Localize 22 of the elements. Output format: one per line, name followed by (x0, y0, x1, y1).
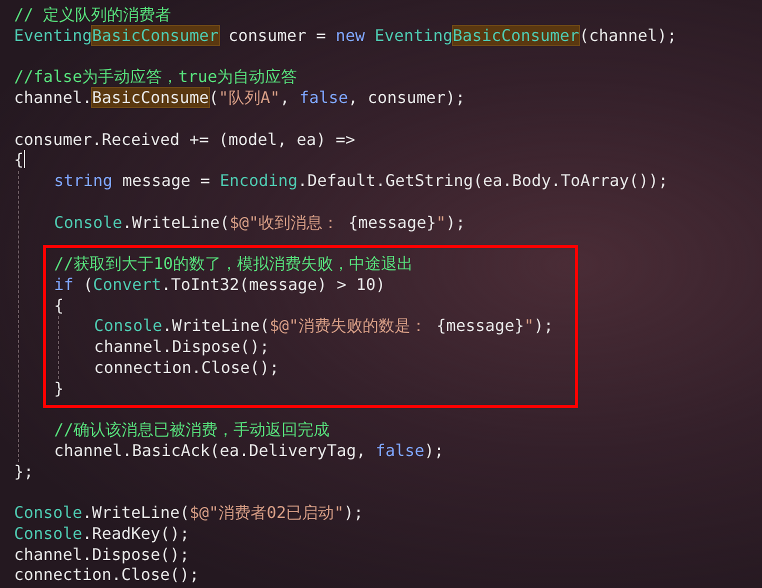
code-line: { (14, 150, 26, 171)
code-line: Console.WriteLine($@"消费失败的数是： {message}"); (94, 316, 554, 337)
code-line: channel.BasicAck(ea.DeliveryTag, false); (54, 440, 445, 462)
code-line: //false为手动应答，true为自动应答 (14, 67, 298, 88)
code-line: }; (14, 462, 34, 482)
code-line: channel.BasicConsume("队列A", false, consumer); (14, 88, 466, 109)
code-line: channel.Dispose(); (14, 544, 190, 566)
code-line: string message = Encoding.Default.GetString(ea.Body.ToArray()); (54, 171, 669, 192)
code-line: } (54, 378, 65, 400)
code-line: { (54, 296, 65, 316)
code-line: channel.Dispose(); (94, 337, 270, 358)
code-line: Console.ReadKey(); (14, 524, 190, 544)
code-line: //获取到大于10的数了，模拟消费失败，中途退出 (54, 254, 414, 275)
code-line: consumer.Received += (model, ea) => (14, 130, 356, 150)
code-line: if (Convert.ToInt32(message) > 10) (54, 274, 386, 296)
code-line: Console.WriteLine($@"消费者02已启动"); (14, 503, 364, 524)
code-line: //确认该消息已被消费，手动返回完成 (54, 420, 330, 441)
code-line: // 定义队列的消费者 (14, 5, 172, 26)
code-line: EventingBasicConsumer consumer = new EventingBasicConsumer(channel); (14, 26, 678, 46)
code-line: connection.Close(); (94, 358, 280, 378)
code-line: Console.WriteLine($@"收到消息： {message}"); (54, 212, 466, 234)
code-line: connection.Close(); (14, 565, 200, 586)
